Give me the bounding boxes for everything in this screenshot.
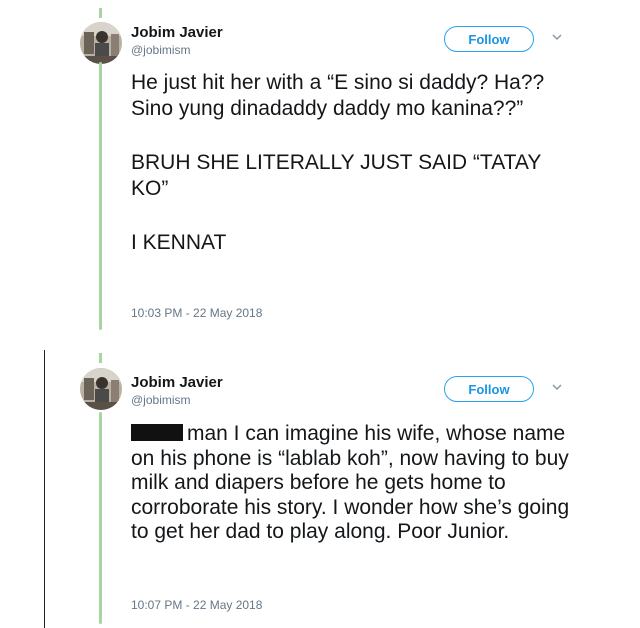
redaction-bar bbox=[131, 424, 183, 441]
thread-line bbox=[99, 62, 102, 330]
author-handle[interactable]: @jobimism bbox=[131, 393, 191, 407]
author-name[interactable]: Jobim Javier bbox=[131, 24, 223, 41]
thread-line bbox=[99, 412, 102, 624]
tweet-text: man I can imagine his wife, whose name o… bbox=[131, 422, 576, 545]
author-handle[interactable]: @jobimism bbox=[131, 43, 191, 57]
chevron-down-icon[interactable] bbox=[551, 381, 563, 393]
tweet-2: Jobim Javier @jobimism Follow man I can … bbox=[0, 350, 640, 628]
tweet-paragraph: I KENNAT bbox=[131, 231, 227, 254]
tweet-text: He just hit her with a “E sino si daddy?… bbox=[131, 70, 571, 256]
quote-divider bbox=[44, 350, 45, 628]
author-name[interactable]: Jobim Javier bbox=[131, 374, 223, 391]
thread-connector bbox=[99, 8, 102, 18]
tweet-1: Jobim Javier @jobimism Follow He just hi… bbox=[0, 0, 640, 330]
avatar[interactable] bbox=[80, 22, 122, 64]
chevron-down-icon[interactable] bbox=[551, 31, 563, 43]
follow-button[interactable]: Follow bbox=[444, 376, 534, 402]
timestamp[interactable]: 10:07 PM - 22 May 2018 bbox=[131, 598, 262, 612]
tweet-paragraph: man I can imagine his wife, whose name o… bbox=[131, 422, 570, 544]
follow-button[interactable]: Follow bbox=[444, 26, 534, 52]
timestamp[interactable]: 10:03 PM - 22 May 2018 bbox=[131, 306, 262, 320]
thread-connector bbox=[99, 353, 102, 363]
tweet-paragraph: He just hit her with a “E sino si daddy?… bbox=[131, 71, 545, 120]
tweet-paragraph: BRUH SHE LITERALLY JUST SAID “TATAY KO” bbox=[131, 151, 541, 200]
avatar[interactable] bbox=[80, 368, 122, 410]
